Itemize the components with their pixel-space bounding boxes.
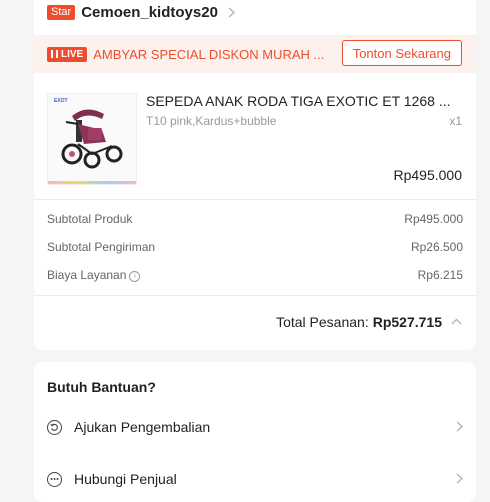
help-item-label: Hubungi Penjual xyxy=(74,471,177,487)
summary-label: Subtotal Pengiriman xyxy=(47,240,156,254)
contact-seller-item[interactable]: Hubungi Penjual xyxy=(47,466,464,492)
product-title[interactable]: SEPEDA ANAK RODA TIGA EXOTIC ET 1268 ... xyxy=(146,93,464,109)
live-badge: LIVE xyxy=(47,46,88,62)
product-quantity: x1 xyxy=(449,114,462,128)
thumbnail-stripe xyxy=(48,181,136,184)
watch-now-button[interactable]: Tonton Sekarang xyxy=(341,40,462,66)
chevron-right-icon xyxy=(456,419,464,435)
total-label: Total Pesanan: xyxy=(276,314,369,330)
order-card: Star Cemoen_kidtoys20 LIVE AMBYAR SPECIA… xyxy=(34,0,476,350)
service-fee-row: Biaya Layanan i Rp6.215 xyxy=(47,268,463,282)
help-item-label: Ajukan Pengembalian xyxy=(74,419,211,435)
divider xyxy=(34,199,476,200)
chat-icon xyxy=(47,471,62,487)
brand-logo: EXOT xyxy=(54,98,68,104)
chevron-right-icon xyxy=(228,5,235,21)
star-seller-badge: Star xyxy=(47,5,76,20)
return-icon xyxy=(47,419,62,435)
summary-value: Rp495.000 xyxy=(404,212,463,226)
subtotal-shipping-row: Subtotal Pengiriman Rp26.500 xyxy=(47,240,463,254)
chevron-right-icon xyxy=(456,471,464,487)
live-promo-text: AMBYAR SPECIAL DISKON MURAH ... xyxy=(93,46,325,62)
summary-value: Rp26.500 xyxy=(410,240,463,254)
live-icon xyxy=(51,50,58,58)
product-price: Rp495.000 xyxy=(393,167,462,183)
product-variant: T10 pink,Kardus+bubble xyxy=(146,114,277,128)
live-badge-label: LIVE xyxy=(61,48,84,60)
divider xyxy=(34,295,476,296)
tricycle-image xyxy=(61,109,123,169)
chevron-up-icon[interactable] xyxy=(451,316,462,328)
shop-header[interactable]: Star Cemoen_kidtoys20 xyxy=(47,4,235,21)
order-total-row[interactable]: Total Pesanan: Rp527.715 xyxy=(276,314,462,330)
product-thumbnail[interactable]: EXOT xyxy=(47,93,137,185)
total-value: Rp527.715 xyxy=(372,314,442,330)
summary-label: Subtotal Produk xyxy=(47,212,133,226)
shop-name[interactable]: Cemoen_kidtoys20 xyxy=(81,4,218,21)
info-icon[interactable]: i xyxy=(129,271,141,282)
summary-label: Biaya Layanan xyxy=(47,268,127,282)
request-return-item[interactable]: Ajukan Pengembalian xyxy=(47,414,464,440)
summary-value: Rp6.215 xyxy=(417,268,463,282)
live-banner[interactable]: LIVE AMBYAR SPECIAL DISKON MURAH ... Ton… xyxy=(34,35,476,73)
subtotal-product-row: Subtotal Produk Rp495.000 xyxy=(47,212,463,226)
help-title: Butuh Bantuan? xyxy=(47,379,156,395)
help-card: Butuh Bantuan? Ajukan Pengembalian Hubun… xyxy=(34,362,476,502)
